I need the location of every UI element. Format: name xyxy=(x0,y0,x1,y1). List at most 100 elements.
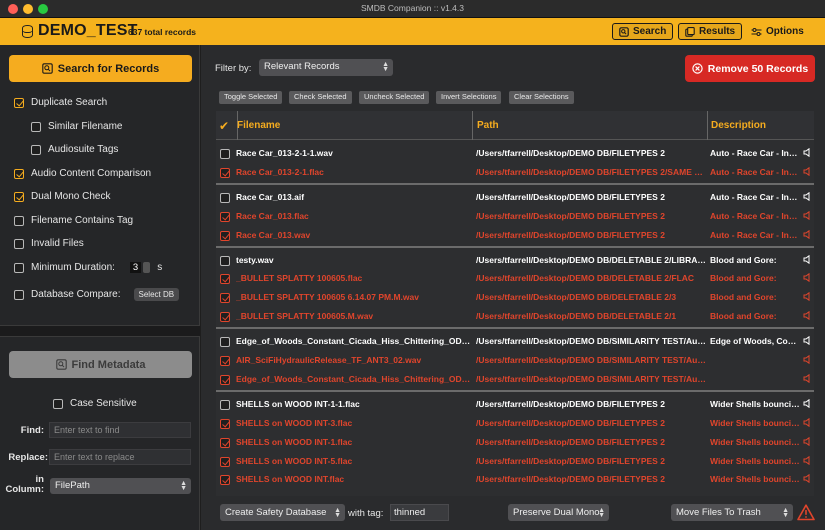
row-checkbox[interactable] xyxy=(220,374,230,385)
speaker-icon[interactable] xyxy=(803,355,811,364)
table-row[interactable]: _BULLET SPLATTY 100605 6.14.07 PM.M.wav /… xyxy=(216,288,814,307)
speaker-icon[interactable] xyxy=(803,436,811,446)
table-row[interactable]: Race Car_013-2-1-1.wav/Users/tfarrell/De… xyxy=(216,144,814,163)
row-checkbox[interactable] xyxy=(220,475,230,486)
search-for-records-button[interactable]: Search for Records xyxy=(9,55,192,82)
table-row[interactable]: Race Car_013.flac/Users/tfarrell/Desktop… xyxy=(216,207,814,226)
speaker-icon[interactable] xyxy=(803,336,811,346)
checkbox[interactable] xyxy=(14,289,24,300)
speaker-icon[interactable] xyxy=(803,273,811,283)
column-header-description[interactable]: Description xyxy=(711,111,811,140)
column-header-filename[interactable]: Filename xyxy=(237,111,467,140)
table-row[interactable]: Race Car_013-2-1.flac/Users/tfarrell/Des… xyxy=(216,163,814,182)
table-row[interactable]: AIR_SciFiHydraulicRelease_TF_ANT3_02.wav… xyxy=(216,351,814,370)
row-checkbox[interactable] xyxy=(220,337,230,348)
filter-select[interactable]: Relevant Records ▲ ▼ xyxy=(259,59,393,76)
table-row[interactable]: Edge_of_Woods_Constant_Cicada_Hiss_Chitt… xyxy=(216,370,814,389)
warning-icon[interactable] xyxy=(797,504,815,521)
row-checkbox[interactable] xyxy=(220,230,230,241)
speaker-icon[interactable] xyxy=(803,292,811,302)
option-similar-filename[interactable]: Similar Filename xyxy=(31,121,122,132)
table-row[interactable]: Race Car_013.wav/Users/tfarrell/Desktop/… xyxy=(216,226,814,245)
move-files-select[interactable]: Move Files To Trash ▲ ▼ xyxy=(671,504,793,521)
tag-input[interactable]: thinned xyxy=(390,504,449,521)
column-select[interactable]: FilePath ▲ ▼ xyxy=(50,478,191,494)
option-audiosuite-tags[interactable]: Audiosuite Tags xyxy=(31,144,118,155)
table-row[interactable]: SHELLS on WOOD INT-1.flac/Users/tfarrell… xyxy=(216,433,814,452)
checkbox[interactable] xyxy=(14,168,24,179)
toggle-selected-button[interactable]: Toggle Selected xyxy=(219,91,283,104)
checkbox[interactable] xyxy=(14,215,24,226)
speaker-icon[interactable] xyxy=(803,166,811,176)
table-row[interactable]: Edge_of_Woods_Constant_Cicada_Hiss_Chitt… xyxy=(216,332,814,351)
row-checkbox[interactable] xyxy=(220,437,230,448)
find-metadata-button[interactable]: Find Metadata xyxy=(9,351,192,378)
row-checkbox[interactable] xyxy=(220,167,230,178)
case-sensitive-option[interactable]: Case Sensitive xyxy=(53,398,137,409)
row-checkbox[interactable] xyxy=(220,211,230,222)
create-safety-database-select[interactable]: Create Safety Database ▲ ▼ xyxy=(220,504,345,521)
header-options-button[interactable]: Options xyxy=(745,23,810,40)
checkbox[interactable] xyxy=(14,238,24,249)
column-header-check[interactable]: ✔ xyxy=(219,111,233,140)
table-row[interactable]: SHELLS on WOOD INT-1-1.flac/Users/tfarre… xyxy=(216,395,814,414)
row-checkbox[interactable] xyxy=(220,399,230,410)
row-checkbox[interactable] xyxy=(220,149,230,159)
column-header-path[interactable]: Path xyxy=(477,111,707,140)
option-invalid-files[interactable]: Invalid Files xyxy=(14,238,84,249)
checkbox[interactable] xyxy=(14,262,24,273)
column-separator[interactable] xyxy=(472,111,473,140)
table-row[interactable]: SHELLS on WOOD INT-3.flac/Users/tfarrell… xyxy=(216,414,814,433)
row-checkbox[interactable] xyxy=(220,312,230,323)
header-results-button[interactable]: Results xyxy=(678,23,743,40)
min-duration-value[interactable]: 3 xyxy=(129,262,142,273)
option-audio-content-comparison[interactable]: Audio Content Comparison xyxy=(14,168,151,179)
header-search-button[interactable]: Search xyxy=(612,23,674,40)
row-checkbox[interactable] xyxy=(220,456,230,467)
checkbox[interactable] xyxy=(14,97,24,108)
option-minimum-duration[interactable]: Minimum Duration: 3 s xyxy=(14,262,162,273)
table-row[interactable]: _BULLET SPLATTY 100605.flac/Users/tfarre… xyxy=(216,269,814,288)
invert-selections-button[interactable]: Invert Selections xyxy=(436,91,502,104)
speaker-icon[interactable] xyxy=(803,455,811,465)
checkbox[interactable] xyxy=(31,121,41,132)
speaker-icon[interactable] xyxy=(803,311,811,321)
column-separator[interactable] xyxy=(707,111,708,140)
speaker-icon[interactable] xyxy=(803,229,811,239)
option-dual-mono-check[interactable]: Dual Mono Check xyxy=(14,191,110,202)
checkbox[interactable] xyxy=(53,398,63,409)
replace-input[interactable]: Enter text to replace xyxy=(49,449,191,465)
option-filename-contains-tag[interactable]: Filename Contains Tag xyxy=(14,215,133,226)
min-duration-stepper[interactable]: 3 xyxy=(129,262,151,273)
dual-mono-select[interactable]: Preserve Dual Mono ▲ ▼ xyxy=(508,504,609,521)
speaker-icon[interactable] xyxy=(803,254,811,264)
table-row[interactable]: _BULLET SPLATTY 100605.M.wav/Users/tfarr… xyxy=(216,307,814,326)
row-checkbox[interactable] xyxy=(220,356,230,366)
speaker-icon[interactable] xyxy=(803,373,811,383)
speaker-icon[interactable] xyxy=(803,417,811,427)
find-input[interactable]: Enter text to find xyxy=(49,422,191,438)
row-checkbox[interactable] xyxy=(220,293,230,304)
row-checkbox[interactable] xyxy=(220,192,230,203)
speaker-icon[interactable] xyxy=(803,191,811,201)
table-row[interactable]: testy.wav/Users/tfarrell/Desktop/DEMO DB… xyxy=(216,251,814,270)
stepper-arrows-icon[interactable] xyxy=(143,262,151,273)
check-selected-button[interactable]: Check Selected xyxy=(289,91,352,104)
checkbox[interactable] xyxy=(31,144,41,155)
table-row[interactable]: SHELLS on WOOD INT.flac/Users/tfarrell/D… xyxy=(216,470,814,489)
remove-records-button[interactable]: Remove 50 Records xyxy=(685,55,815,82)
row-checkbox[interactable] xyxy=(220,255,230,266)
uncheck-selected-button[interactable]: Uncheck Selected xyxy=(359,91,430,104)
clear-selections-button[interactable]: Clear Selections xyxy=(509,91,574,104)
row-checkbox[interactable] xyxy=(220,418,230,429)
row-checkbox[interactable] xyxy=(220,274,230,285)
table-row[interactable]: Race Car_013.aif/Users/tfarrell/Desktop/… xyxy=(216,188,814,207)
option-database-compare[interactable]: Database Compare: Select DB xyxy=(14,288,180,301)
speaker-icon[interactable] xyxy=(803,148,811,157)
table-row[interactable]: SHELLS on WOOD INT-5.flac/Users/tfarrell… xyxy=(216,452,814,471)
speaker-icon[interactable] xyxy=(803,474,811,484)
select-db-button[interactable]: Select DB xyxy=(133,288,180,301)
speaker-icon[interactable] xyxy=(803,210,811,220)
checkbox[interactable] xyxy=(14,191,24,202)
speaker-icon[interactable] xyxy=(803,398,811,408)
